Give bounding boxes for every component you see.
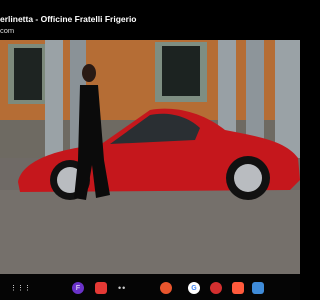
scene-image bbox=[0, 40, 300, 274]
app-drawer-icon[interactable]: ⋮⋮⋮ bbox=[10, 282, 31, 294]
gallery-icon[interactable] bbox=[232, 282, 244, 294]
profile-icon[interactable]: F bbox=[72, 282, 84, 294]
channel-url[interactable]: com bbox=[0, 26, 14, 35]
store-icon[interactable] bbox=[252, 282, 264, 294]
files-icon[interactable] bbox=[160, 282, 172, 294]
google-icon[interactable]: G bbox=[188, 282, 200, 294]
app-red-icon[interactable] bbox=[95, 282, 107, 294]
video-frame[interactable] bbox=[0, 40, 300, 274]
video-title[interactable]: erlinetta - Officine Fratelli Frigerio bbox=[0, 14, 137, 24]
video-header: erlinetta - Officine Fratelli Frigerio c… bbox=[0, 0, 300, 40]
vpn-icon[interactable] bbox=[210, 282, 222, 294]
taskbar: ⋮⋮⋮ F •• G bbox=[0, 274, 300, 300]
dots-icon[interactable]: •• bbox=[118, 282, 126, 294]
